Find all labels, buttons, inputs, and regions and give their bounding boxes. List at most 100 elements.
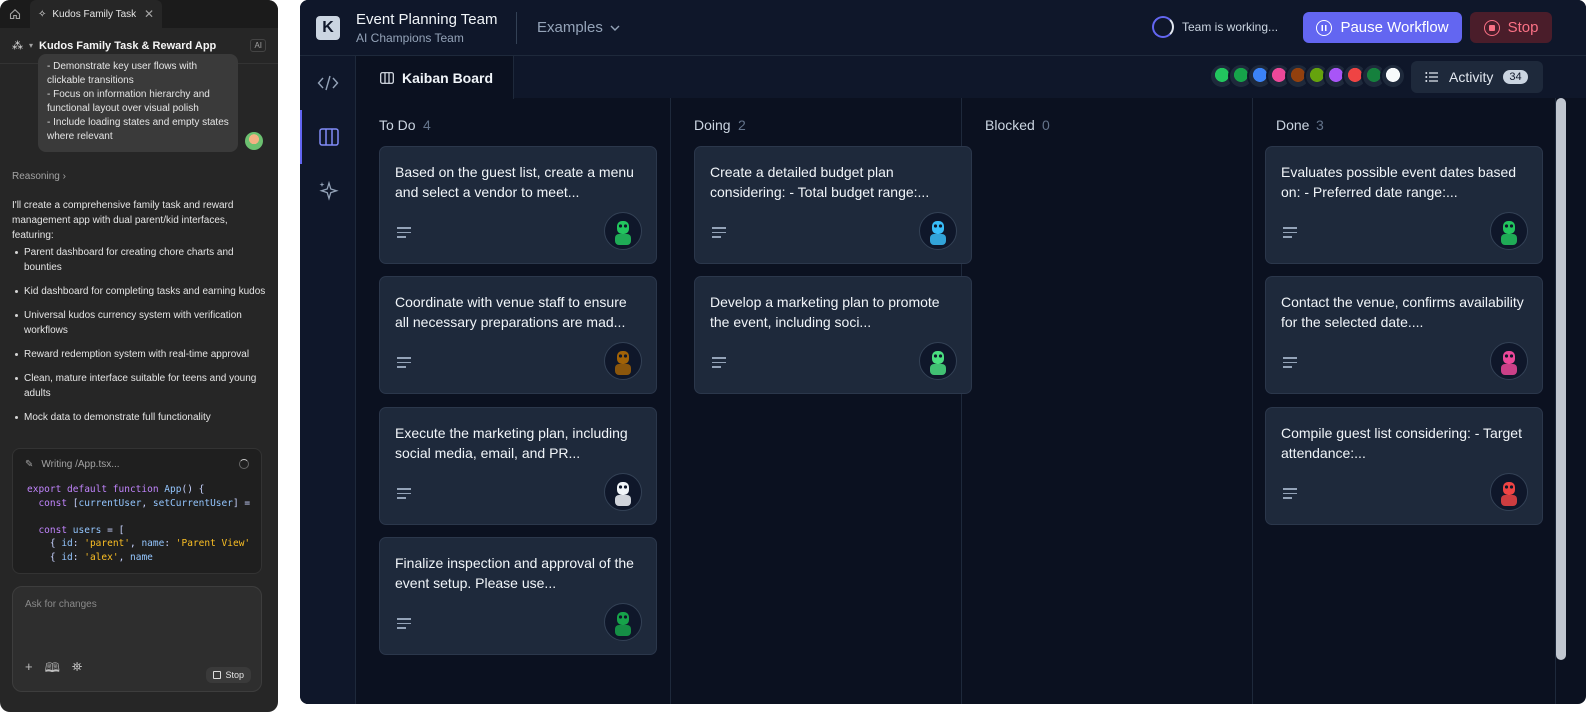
nav-board[interactable] — [300, 110, 356, 164]
chevron-down-icon[interactable]: ▾ — [29, 41, 33, 50]
activity-label: Activity — [1449, 69, 1494, 85]
column-count: 4 — [423, 117, 431, 133]
nav-ai[interactable] — [300, 164, 356, 218]
scrollbar[interactable] — [1556, 98, 1566, 660]
kaiban-logo: K — [316, 16, 340, 40]
book-icon[interactable]: 🕮 — [45, 659, 60, 681]
activity-button[interactable]: Activity 34 — [1411, 61, 1543, 93]
description-icon — [397, 488, 411, 502]
list-item: Mock data to demonstrate full functional… — [12, 410, 268, 425]
stop-label: Stop — [225, 670, 244, 680]
chat-input-placeholder: Ask for changes — [25, 599, 97, 610]
divider — [516, 12, 517, 44]
kanban-icon — [319, 128, 339, 146]
chevron-right-icon: › — [62, 171, 66, 182]
task-title: Coordinate with venue staff to ensure al… — [395, 294, 627, 330]
task-card[interactable]: Compile guest list considering: - Target… — [1265, 407, 1543, 525]
task-card[interactable]: Create a detailed budget plan considerin… — [694, 146, 972, 264]
team-name: Event Planning Team — [356, 11, 498, 28]
close-icon[interactable]: ✕ — [144, 7, 154, 21]
list-item: Parent dashboard for creating chore char… — [12, 245, 268, 275]
list-item: Universal kudos currency system with ver… — [12, 308, 268, 338]
description-icon — [712, 357, 726, 371]
board-tab-bar: Kaiban Board Activity 34 — [356, 56, 1586, 99]
examples-dropdown[interactable]: Examples — [537, 19, 621, 36]
top-bar: K Event Planning Team AI Champions Team … — [300, 0, 1586, 56]
agent-avatar[interactable] — [1490, 473, 1528, 511]
kaiban-app: K Event Planning Team AI Champions Team … — [300, 0, 1586, 704]
column-count: 2 — [738, 117, 746, 133]
agent-avatar[interactable] — [919, 212, 957, 250]
side-nav — [300, 56, 356, 704]
ai-badge[interactable]: AI — [250, 39, 266, 52]
code-status: Writing /App.tsx... — [41, 458, 120, 470]
progress-ring-icon — [1152, 16, 1174, 38]
column-header: Doing — [694, 117, 731, 133]
input-tools: + 🕮 ⛯ — [25, 659, 82, 681]
status-text: Team is working... — [1182, 20, 1279, 34]
pause-workflow-button[interactable]: Pause Workflow — [1303, 12, 1462, 43]
chat-input[interactable]: Ask for changes + 🕮 ⛯ Stop — [12, 586, 262, 692]
nav-code[interactable] — [300, 56, 356, 110]
message-line: - Demonstrate key user flows with clicka… — [47, 61, 198, 86]
reasoning-label: Reasoning — [12, 171, 60, 182]
task-card[interactable]: Coordinate with venue staff to ensure al… — [379, 276, 657, 394]
stop-generation-button[interactable]: Stop — [206, 667, 251, 683]
task-title: Create a detailed budget plan considerin… — [710, 164, 930, 200]
agent-avatar[interactable] — [604, 342, 642, 380]
spinner-icon — [239, 459, 249, 469]
code-writing-panel[interactable]: ✎ Writing /App.tsx... export default fun… — [12, 448, 262, 574]
tab-label: Kaiban Board — [402, 69, 494, 86]
task-title: Develop a marketing plan to promote the … — [710, 294, 940, 330]
user-message: - Demonstrate key user flows with clicka… — [38, 54, 238, 152]
task-card[interactable]: Evaluates possible event dates based on:… — [1265, 146, 1543, 264]
column-to-do: To Do 4 Based on the guest list, create a … — [356, 98, 671, 704]
task-card[interactable]: Based on the guest list, create a menu a… — [379, 146, 657, 264]
select-element-icon[interactable]: ⛯ — [72, 659, 82, 681]
stop-workflow-button[interactable]: Stop — [1470, 12, 1552, 43]
task-card[interactable]: Execute the marketing plan, including so… — [379, 407, 657, 525]
task-card[interactable]: Finalize inspection and approval of the … — [379, 537, 657, 655]
team-agents[interactable] — [1209, 63, 1406, 89]
sparkle-icon: ✧ — [38, 8, 47, 20]
agent-avatar[interactable] — [1380, 63, 1406, 89]
feature-list: Parent dashboard for creating chore char… — [12, 245, 268, 425]
agent-avatar[interactable] — [1490, 212, 1528, 250]
tab-title: Kudos Family Task & Reward App — [52, 8, 138, 20]
response-intro: I'll create a comprehensive family task … — [12, 200, 234, 241]
examples-label: Examples — [537, 19, 603, 36]
description-icon — [397, 618, 411, 632]
team-subtitle: AI Champions Team — [356, 31, 464, 45]
agent-avatar[interactable] — [604, 473, 642, 511]
browser-tab[interactable]: ✧ Kudos Family Task & Reward App ✕ — [30, 0, 162, 28]
reasoning-toggle[interactable]: Reasoning › — [12, 171, 66, 182]
user-avatar — [245, 132, 263, 150]
task-card[interactable]: Develop a marketing plan to promote the … — [694, 276, 972, 394]
description-icon — [712, 227, 726, 241]
column-done: Done 3 Evaluates possible event dates base… — [1253, 98, 1556, 704]
column-doing: Doing 2 Create a detailed budget plan cons… — [671, 98, 972, 704]
figma-icon[interactable]: ⁂ — [12, 39, 23, 52]
kanban-board: To Do 4 Based on the guest list, create a … — [356, 98, 1586, 704]
column-header: Blocked — [985, 117, 1035, 133]
project-title: Kudos Family Task & Reward App — [39, 39, 217, 52]
sparkles-icon — [319, 180, 339, 201]
home-icon[interactable] — [0, 0, 30, 28]
agent-avatar[interactable] — [919, 342, 957, 380]
description-icon — [1283, 227, 1297, 241]
assistant-response: I'll create a comprehensive family task … — [12, 198, 268, 434]
stop-icon — [1483, 19, 1500, 36]
chevron-down-icon — [610, 25, 620, 31]
agent-avatar[interactable] — [604, 603, 642, 641]
agent-avatar[interactable] — [1490, 342, 1528, 380]
browser-tabs: ✧ Kudos Family Task & Reward App ✕ — [0, 0, 278, 28]
tab-kaiban-board[interactable]: Kaiban Board — [356, 56, 514, 99]
workflow-status: Team is working... — [1152, 16, 1278, 38]
column-header: To Do — [379, 117, 416, 133]
agent-avatar[interactable] — [604, 212, 642, 250]
description-icon — [397, 227, 411, 241]
task-card[interactable]: Contact the venue, confirms availability… — [1265, 276, 1543, 394]
task-title: Based on the guest list, create a menu a… — [395, 164, 634, 200]
task-title: Execute the marketing plan, including so… — [395, 425, 628, 461]
plus-icon[interactable]: + — [25, 659, 33, 681]
